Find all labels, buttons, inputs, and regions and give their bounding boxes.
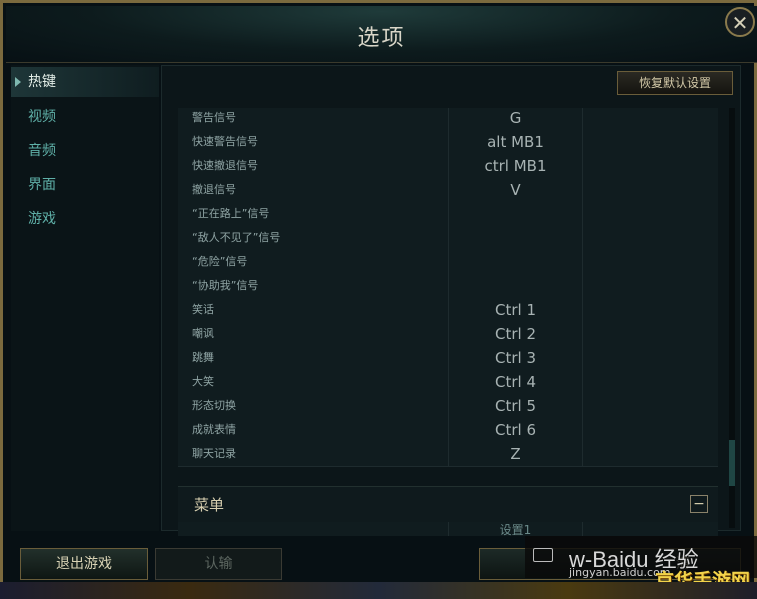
keybind-primary[interactable] (448, 202, 583, 226)
keybind-row: 成就表情 Ctrl 6 (178, 418, 718, 443)
keybind-secondary[interactable] (583, 202, 718, 226)
keybind-primary[interactable]: Ctrl 4 (448, 370, 583, 394)
keybind-primary[interactable] (448, 250, 583, 274)
keybind-action: 警告信号 (192, 111, 236, 124)
settings-column-label: 设置1 (499, 523, 532, 536)
keybind-secondary[interactable] (583, 346, 718, 370)
keyboard-icon (533, 548, 553, 562)
keybind-action: 形态切换 (192, 399, 236, 412)
keybind-secondary[interactable] (583, 418, 718, 442)
keybind-action: 聊天记录 (192, 447, 236, 460)
keybind-primary[interactable]: ctrl MB1 (448, 154, 583, 178)
keybind-action: 大笑 (192, 375, 214, 388)
exit-game-button[interactable]: 退出游戏 (20, 548, 148, 580)
keybind-action: 撤退信号 (192, 183, 236, 196)
champion-portrait-strip (0, 582, 757, 599)
keybind-primary[interactable]: Ctrl 6 (448, 418, 583, 442)
window-header: 选项 ✕ (6, 6, 757, 63)
scrollbar-thumb[interactable] (729, 440, 735, 486)
keybind-secondary[interactable] (583, 274, 718, 298)
keybind-primary[interactable] (448, 274, 583, 298)
keybind-row: 快速警告信号 alt MB1 (178, 130, 718, 155)
keybind-secondary[interactable] (583, 442, 718, 466)
keybind-primary[interactable]: V (448, 178, 583, 202)
menu-section-header: 菜单 − (178, 486, 718, 523)
keybind-row: “协助我”信号 (178, 274, 718, 299)
keybind-secondary[interactable] (583, 178, 718, 202)
close-icon: ✕ (731, 11, 749, 35)
keybind-primary[interactable]: Ctrl 2 (448, 322, 583, 346)
keybind-primary[interactable]: Ctrl 1 (448, 298, 583, 322)
menu-subheader-row: 设置1 (178, 522, 718, 536)
keybind-row: 撤退信号 V (178, 178, 718, 203)
sidebar-item-interface[interactable]: 界面 (11, 170, 159, 200)
keybind-row: 快速撤退信号 ctrl MB1 (178, 154, 718, 179)
keybind-secondary[interactable] (583, 154, 718, 178)
sidebar-item-game[interactable]: 游戏 (11, 204, 159, 234)
options-sidebar: 热键 视频 音频 界面 游戏 (11, 65, 159, 531)
keybind-primary[interactable]: Z (448, 442, 583, 466)
keybind-row: 跳舞 Ctrl 3 (178, 346, 718, 371)
keybind-secondary[interactable] (583, 394, 718, 418)
keybind-row: 大笑 Ctrl 4 (178, 370, 718, 395)
surrender-button[interactable]: 认输 (155, 548, 282, 580)
close-button[interactable]: ✕ (725, 7, 755, 37)
keybind-secondary[interactable] (583, 130, 718, 154)
restore-defaults-button[interactable]: 恢复默认设置 (617, 71, 733, 95)
keybind-action: “正在路上”信号 (192, 207, 270, 220)
keybind-primary[interactable]: Ctrl 3 (448, 346, 583, 370)
keybind-row: 警告信号 G (178, 108, 718, 131)
keybind-primary[interactable]: Ctrl 5 (448, 394, 583, 418)
keybind-row: “正在路上”信号 (178, 202, 718, 227)
keybind-action: “协助我”信号 (192, 279, 259, 292)
scrollbar[interactable] (729, 108, 735, 528)
keybind-row: 聊天记录 Z (178, 442, 718, 467)
keybind-primary[interactable]: G (448, 108, 583, 130)
keybind-secondary[interactable] (583, 370, 718, 394)
keybind-action: “敌人不见了”信号 (192, 231, 281, 244)
sidebar-item-video[interactable]: 视频 (11, 102, 159, 132)
keybind-row: 笑话 Ctrl 1 (178, 298, 718, 323)
keybind-row: 嘲讽 Ctrl 2 (178, 322, 718, 347)
sub-cell: 设置1 (448, 522, 583, 536)
keybind-row: “敌人不见了”信号 (178, 226, 718, 251)
options-window: 选项 ✕ 热键 视频 音频 界面 游戏 恢复默认设置 警告信号 G 快速警告信号 al… (0, 0, 757, 599)
keybind-action: 跳舞 (192, 351, 214, 364)
keybind-action: “危险”信号 (192, 255, 248, 268)
window-title: 选项 (357, 26, 406, 51)
hotkeys-panel: 恢复默认设置 警告信号 G 快速警告信号 alt MB1 快速撤退信号 ctrl MB1 撤… (161, 65, 741, 536)
keybind-secondary[interactable] (583, 226, 718, 250)
keybind-row: “危险”信号 (178, 250, 718, 275)
keybind-secondary[interactable] (583, 108, 718, 130)
keybind-action: 笑话 (192, 303, 214, 316)
keybind-secondary[interactable] (583, 250, 718, 274)
keybind-row: 形态切换 Ctrl 5 (178, 394, 718, 419)
section-title: 菜单 (194, 496, 225, 514)
keybind-table: 警告信号 G 快速警告信号 alt MB1 快速撤退信号 ctrl MB1 撤退信号 V “正在… (178, 108, 718, 478)
keybind-primary[interactable] (448, 226, 583, 250)
keybind-action: 嘲讽 (192, 327, 214, 340)
keybind-primary[interactable]: alt MB1 (448, 130, 583, 154)
collapse-button[interactable]: − (690, 495, 708, 513)
sidebar-item-audio[interactable]: 音频 (11, 136, 159, 166)
keybind-action: 快速撤退信号 (192, 159, 258, 172)
keybind-action: 成就表情 (192, 423, 236, 436)
keybind-secondary[interactable] (583, 298, 718, 322)
keybind-action: 快速警告信号 (192, 135, 258, 148)
keybind-secondary[interactable] (583, 322, 718, 346)
sidebar-item-hotkeys[interactable]: 热键 (11, 67, 159, 97)
